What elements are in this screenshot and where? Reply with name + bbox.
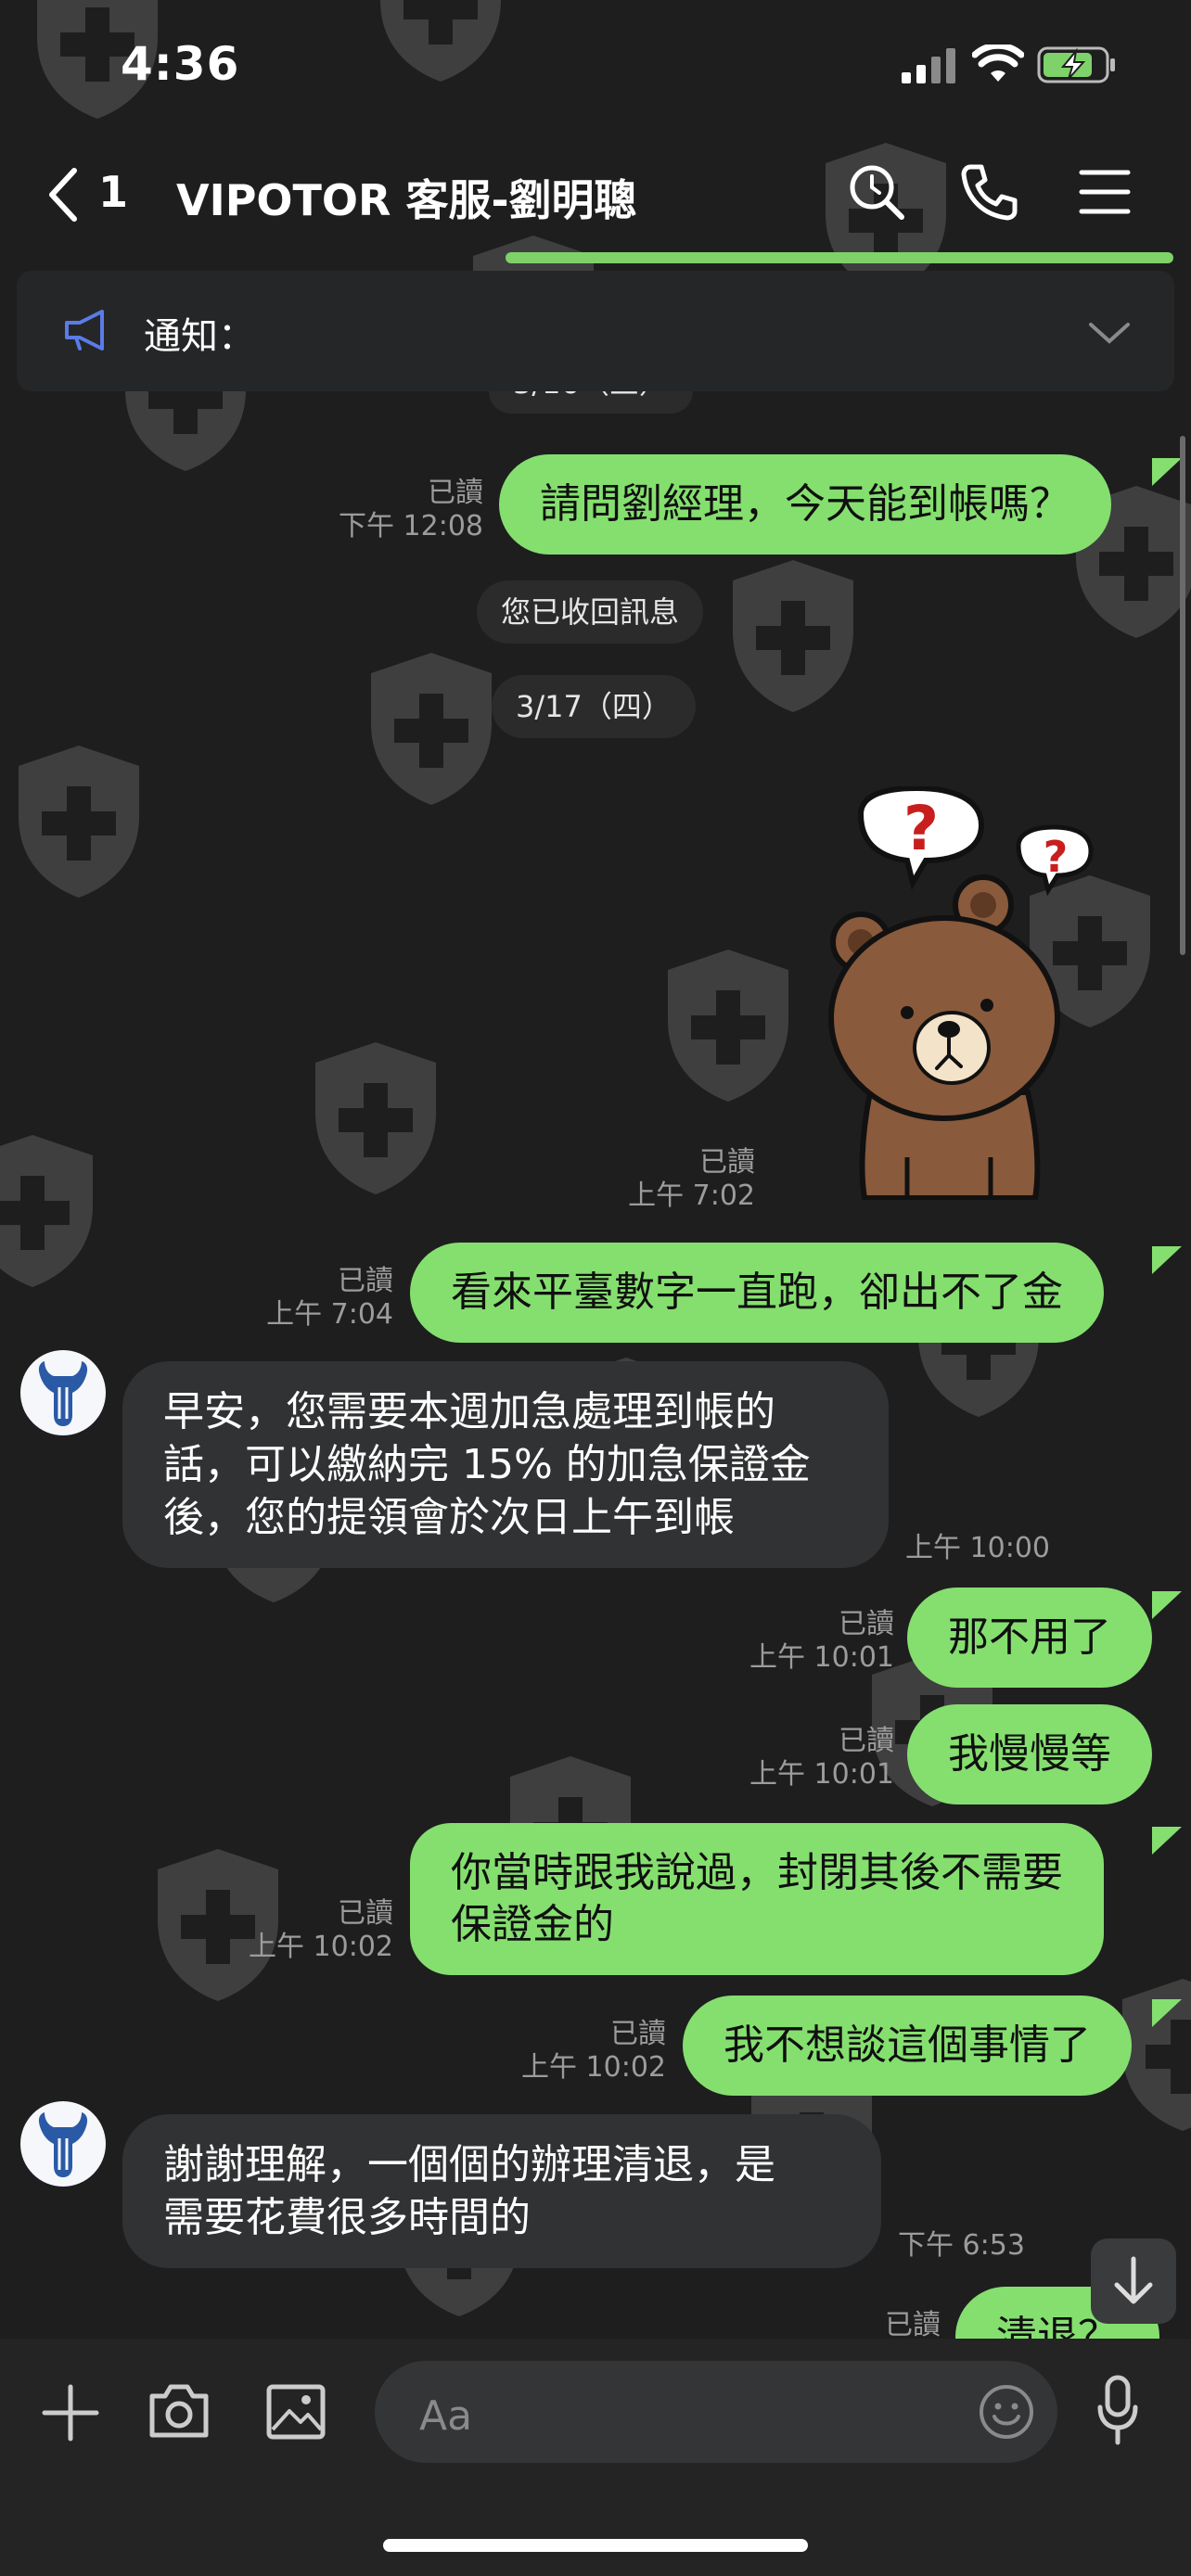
watermark-shield-icon bbox=[380, 0, 501, 82]
watermark-shield-icon bbox=[733, 560, 853, 712]
bubble-tail bbox=[1152, 1591, 1182, 1619]
bull-logo-icon bbox=[38, 1361, 88, 1426]
bubble-tail bbox=[1152, 458, 1182, 486]
message-meta: 已讀 上午 10:02 bbox=[521, 2018, 666, 2085]
megaphone-icon bbox=[65, 310, 104, 351]
message-line: 早安，您需要本週加急處理到帳的 bbox=[163, 1388, 775, 1435]
message-time: 上午 7:04 bbox=[266, 1298, 393, 1331]
message-line: 保證金的 bbox=[451, 1901, 614, 1948]
outgoing-message[interactable]: 你當時跟我說過，封閉其後不需要 保證金的 bbox=[410, 1823, 1104, 1975]
unread-count[interactable]: 1 bbox=[98, 167, 128, 217]
message-time: 上午 10:01 bbox=[749, 1641, 894, 1674]
message-line: 謝謝理解，一個個的辦理清退，是 bbox=[163, 2141, 775, 2188]
message-time: 上午 10:00 bbox=[905, 1532, 1050, 1564]
system-message: 您已收回訊息 bbox=[477, 580, 704, 644]
date-chip: 3/17（四） bbox=[492, 675, 696, 738]
avatar[interactable] bbox=[20, 2101, 106, 2187]
scrollbar[interactable] bbox=[1180, 436, 1185, 955]
message-line: 後，您的提領會於次日上午到帳 bbox=[163, 1494, 735, 1541]
message-meta: 已讀 下午 12:08 bbox=[339, 477, 483, 543]
progress-line bbox=[506, 252, 1173, 263]
menu-icon[interactable] bbox=[1072, 159, 1137, 224]
scroll-to-bottom-button[interactable] bbox=[1091, 2238, 1176, 2324]
message-time: 下午 6:53 bbox=[898, 2229, 1025, 2262]
message-meta: 已讀 上午 10:02 bbox=[249, 1897, 393, 1964]
read-receipt: 已讀 bbox=[839, 1725, 894, 1757]
message-meta: 已讀 bbox=[885, 2309, 941, 2342]
message-input-placeholder: Aa bbox=[419, 2392, 473, 2440]
message-time: 上午 10:01 bbox=[749, 1758, 894, 1791]
back-chevron-icon[interactable] bbox=[45, 165, 82, 224]
battery-icon bbox=[1037, 46, 1115, 83]
notice-label: 通知： bbox=[144, 315, 255, 358]
arrow-down-icon bbox=[1114, 2256, 1153, 2304]
bubble-tail bbox=[1152, 1999, 1182, 2027]
message-time: 上午 10:02 bbox=[521, 2051, 666, 2084]
incoming-message[interactable]: 早安，您需要本週加急處理到帳的 話，可以繳納完 15% 的加急保證金 後，您的提… bbox=[122, 1361, 889, 1568]
message-line: 需要花費很多時間的 bbox=[163, 2194, 531, 2241]
bubble-tail bbox=[1152, 1827, 1182, 1855]
message-meta: 已讀 上午 10:01 bbox=[749, 1725, 894, 1792]
avatar[interactable] bbox=[20, 1350, 106, 1435]
bubble-tail bbox=[1152, 1246, 1182, 1274]
emoji-icon[interactable] bbox=[978, 2383, 1035, 2441]
watermark-shield-icon bbox=[315, 1042, 436, 1194]
message-line: 你當時跟我說過，封閉其後不需要 bbox=[451, 1849, 1063, 1896]
camera-icon[interactable] bbox=[147, 2381, 211, 2441]
read-receipt: 已讀 bbox=[610, 2018, 666, 2050]
watermark-shield-icon bbox=[19, 746, 139, 898]
chat-title: VIPOTOR 客服-劉明聰 bbox=[176, 175, 637, 225]
watermark-shield-icon bbox=[371, 653, 492, 805]
svg-text:?: ? bbox=[903, 793, 939, 864]
read-receipt: 已讀 bbox=[839, 1608, 894, 1640]
outgoing-message[interactable]: 我慢慢等 bbox=[907, 1704, 1152, 1804]
plus-icon[interactable] bbox=[41, 2383, 100, 2442]
outgoing-message[interactable]: 請問劉經理，今天能到帳嗎？ bbox=[499, 454, 1111, 555]
status-time: 4:36 bbox=[121, 37, 240, 91]
incoming-message[interactable]: 謝謝理解，一個個的辦理清退，是 需要花費很多時間的 bbox=[122, 2114, 881, 2268]
read-receipt: 已讀 bbox=[699, 1146, 755, 1179]
message-meta: 已讀 上午 7:02 bbox=[628, 1146, 755, 1213]
signal-icon bbox=[902, 48, 955, 83]
message-meta: 已讀 上午 10:01 bbox=[749, 1608, 894, 1675]
read-receipt: 已讀 bbox=[338, 1897, 393, 1930]
svg-text:?: ? bbox=[1044, 832, 1069, 882]
microphone-icon[interactable] bbox=[1095, 2374, 1141, 2448]
read-receipt: 已讀 bbox=[428, 477, 483, 509]
message-line: 話，可以繳納完 15% 的加急保證金 bbox=[163, 1441, 811, 1488]
message-time: 下午 12:08 bbox=[339, 510, 483, 542]
wifi-icon bbox=[972, 45, 1024, 82]
message-meta: 已讀 上午 7:04 bbox=[266, 1265, 393, 1332]
watermark-shield-icon bbox=[668, 950, 788, 1102]
outgoing-message[interactable]: 看來平臺數字一直跑，卻出不了金 bbox=[410, 1243, 1104, 1343]
watermark-shield-icon bbox=[0, 1135, 93, 1287]
message-time: 上午 7:02 bbox=[628, 1180, 755, 1212]
read-receipt: 已讀 bbox=[885, 2309, 941, 2341]
message-time: 上午 10:02 bbox=[249, 1931, 393, 1963]
outgoing-message[interactable]: 我不想談這個事情了 bbox=[683, 1996, 1132, 2096]
bear-sticker[interactable]: ? ? bbox=[805, 786, 1102, 1200]
chevron-down-icon[interactable] bbox=[1087, 321, 1132, 347]
read-receipt: 已讀 bbox=[338, 1265, 393, 1297]
phone-icon[interactable] bbox=[957, 159, 1022, 224]
message-input[interactable] bbox=[375, 2361, 1057, 2463]
bull-logo-icon bbox=[38, 2112, 88, 2177]
outgoing-message[interactable]: 那不用了 bbox=[907, 1588, 1152, 1688]
home-indicator[interactable] bbox=[383, 2539, 808, 2552]
search-icon[interactable] bbox=[844, 159, 909, 224]
image-icon[interactable] bbox=[265, 2383, 327, 2441]
